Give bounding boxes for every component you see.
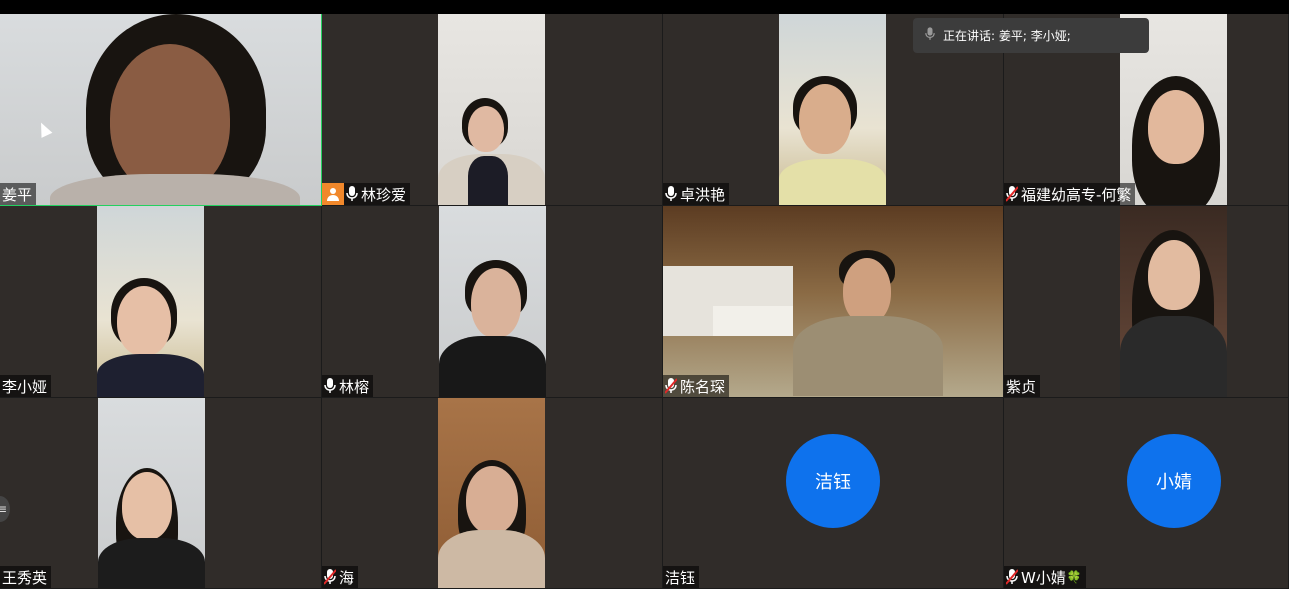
participant-name-label: 海 [322, 566, 359, 588]
participant-video [663, 206, 1003, 397]
participant-tile[interactable]: 洁钰 洁钰 [663, 398, 1004, 589]
microphone-icon [346, 186, 358, 202]
participant-tile[interactable]: 林榕 [322, 206, 663, 398]
participant-tile[interactable]: 紫贞 [1004, 206, 1289, 398]
participant-tile[interactable]: 海 [322, 398, 663, 589]
participant-video [97, 206, 204, 397]
muted-microphone-icon [1005, 569, 1019, 585]
participant-name: 海 [339, 568, 355, 587]
host-icon [322, 183, 344, 205]
participant-name: 陈名琛 [680, 377, 726, 396]
participant-video [98, 398, 205, 588]
video-grid: 姜平 林珍爱 卓洪艳 福建幼高专-何繁 李小娅 林榕 陈名琛 紫贞 王秀英 海 … [0, 14, 1289, 589]
avatar-initials: 小婧 [1156, 472, 1192, 493]
participant-name: 洁钰 [665, 568, 696, 587]
avatar-initials: 洁钰 [815, 472, 851, 493]
participant-avatar: 小婧 [1127, 434, 1221, 528]
participant-video [438, 14, 545, 205]
participant-name: 林榕 [339, 377, 370, 396]
participant-tile[interactable]: 李小娅 [0, 206, 322, 398]
participant-name: 姜平 [2, 185, 33, 204]
participant-name-label: 紫贞 [1004, 375, 1041, 397]
participant-video [779, 14, 886, 205]
participant-name-label: 林珍爱 [322, 183, 411, 205]
participant-tile[interactable]: 林珍爱 [322, 14, 663, 206]
participant-name-label: 姜平 [0, 183, 37, 205]
participant-name: 卓洪艳 [680, 185, 726, 204]
muted-microphone-icon [1005, 186, 1019, 202]
clover-emoji-icon: 🍀 [1066, 570, 1082, 584]
microphone-icon [324, 378, 336, 394]
active-speaker-text: 正在讲话: 姜平; 李小娅; [943, 29, 1071, 43]
participant-video [1120, 206, 1227, 397]
participant-name: 紫贞 [1006, 377, 1037, 396]
participant-name-label: 李小娅 [0, 375, 52, 397]
active-speaker-indicator: 正在讲话: 姜平; 李小娅; [913, 18, 1149, 53]
participant-name: 林珍爱 [361, 185, 407, 204]
participant-name-label: 洁钰 [663, 566, 700, 588]
participant-name-label: 福建幼高专-何繁 [1004, 183, 1136, 205]
participant-video [0, 14, 321, 205]
participant-name-label: 陈名琛 [663, 375, 730, 397]
participant-video [439, 206, 546, 397]
microphone-icon [925, 27, 935, 44]
participant-name-label: 卓洪艳 [663, 183, 730, 205]
participant-name: 李小娅 [2, 377, 48, 396]
menu-icon: ≡ [0, 502, 7, 516]
participant-name-label: 王秀英 [0, 566, 52, 588]
participant-name: W小婧 [1021, 568, 1066, 587]
muted-microphone-icon [323, 569, 337, 585]
top-bar [0, 0, 1289, 14]
participant-tile[interactable]: 姜平 [0, 14, 322, 206]
participant-name-label: 林榕 [322, 375, 374, 397]
participant-tile[interactable]: 陈名琛 [663, 206, 1004, 398]
microphone-icon [665, 186, 677, 202]
participant-name: 王秀英 [2, 568, 48, 587]
participant-name-label: W小婧 🍀 [1004, 566, 1086, 588]
muted-microphone-icon [664, 378, 678, 394]
participant-avatar: 洁钰 [786, 434, 880, 528]
participant-video [438, 398, 545, 588]
participant-name: 福建幼高专-何繁 [1021, 185, 1132, 204]
participant-tile[interactable]: 小婧 W小婧 🍀 [1004, 398, 1289, 589]
participant-tile[interactable]: 王秀英 [0, 398, 322, 589]
